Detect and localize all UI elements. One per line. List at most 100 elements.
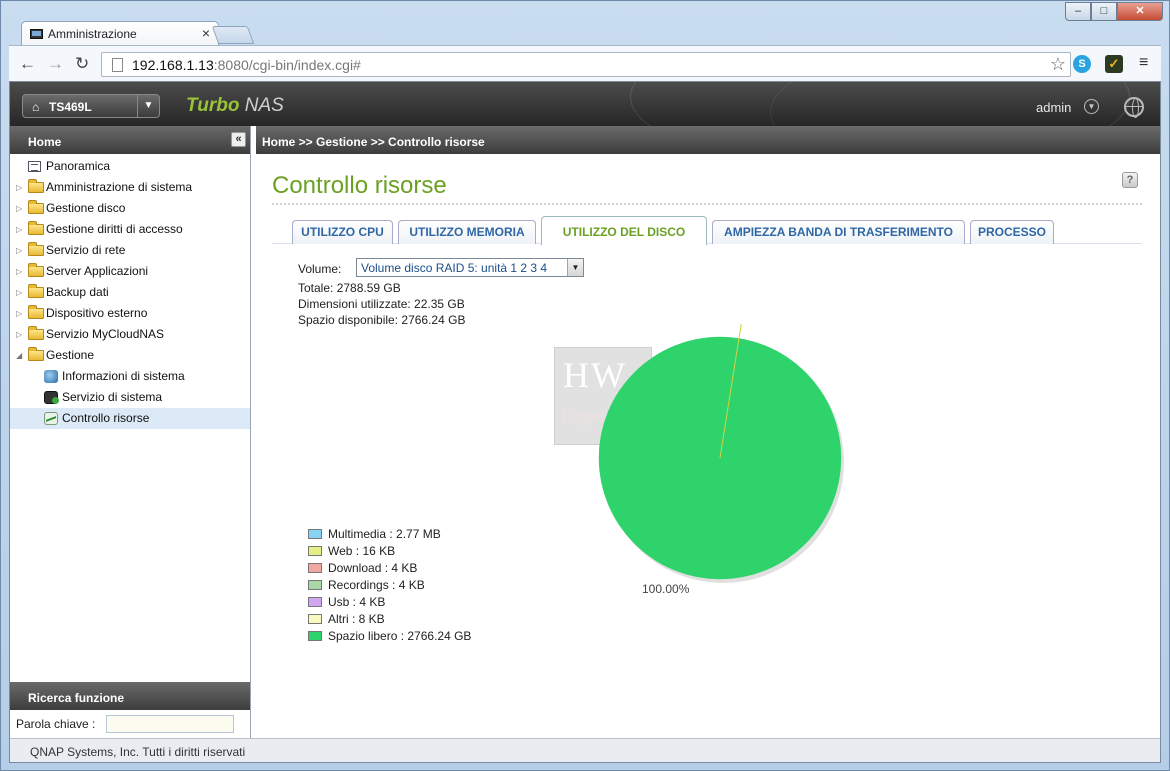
expand-arrow-icon[interactable]: ▷ bbox=[16, 261, 22, 282]
qnap-app: ⌂ TS469L ▼ Turbo NAS admin ▼ Home « Pano… bbox=[9, 81, 1161, 763]
tab-processo[interactable]: PROCESSO bbox=[970, 220, 1054, 244]
open-folder-icon bbox=[28, 347, 44, 361]
volume-select[interactable]: Volume disco RAID 5: unità 1 2 3 4 ▼ bbox=[356, 258, 584, 277]
address-bar[interactable]: 192.168.1.13:8080/cgi-bin/index.cgi# ☆ bbox=[101, 52, 1071, 77]
legend-label: Usb : 4 KB bbox=[328, 595, 386, 609]
user-name[interactable]: admin bbox=[1036, 100, 1071, 115]
nav-item-servizio-sistema[interactable]: Servizio di sistema bbox=[10, 387, 250, 408]
legend-item: Download : 4 KB bbox=[306, 560, 471, 577]
keyword-search-input[interactable] bbox=[106, 715, 234, 733]
close-window-button[interactable]: ✕ bbox=[1117, 2, 1163, 21]
help-icon[interactable]: ? bbox=[1122, 172, 1138, 188]
tab-memoria[interactable]: UTILIZZO MEMORIA bbox=[398, 220, 536, 244]
legend-swatch bbox=[308, 614, 322, 624]
expand-arrow-icon[interactable]: ▷ bbox=[16, 282, 22, 303]
chevron-down-icon[interactable]: ▼ bbox=[567, 259, 583, 276]
chart-legend: Multimedia : 2.77 MB Web : 16 KB Download … bbox=[306, 526, 471, 645]
keyword-label: Parola chiave : bbox=[16, 717, 96, 731]
window-controls: – □ ✕ bbox=[1065, 2, 1163, 21]
document-icon bbox=[28, 161, 41, 172]
legend-label: Recordings : 4 KB bbox=[328, 578, 425, 592]
legend-swatch bbox=[308, 563, 322, 573]
collapse-arrow-icon[interactable]: ◢ bbox=[16, 345, 22, 366]
navigation-tree: Panoramica ▷ Amministrazione di sistema ▷… bbox=[10, 154, 250, 429]
nav-item-dispositivo-esterno[interactable]: ▷ Dispositivo esterno bbox=[10, 303, 250, 324]
nav-item-panoramica[interactable]: Panoramica bbox=[10, 156, 250, 177]
legend-label: Spazio libero : 2766.24 GB bbox=[328, 629, 472, 643]
tab-cpu[interactable]: UTILIZZO CPU bbox=[292, 220, 393, 244]
folder-icon bbox=[28, 242, 44, 256]
tab-disco[interactable]: UTILIZZO DEL DISCO bbox=[541, 216, 707, 245]
language-globe-icon[interactable] bbox=[1124, 97, 1144, 118]
nav-item-informazioni-sistema[interactable]: Informazioni di sistema bbox=[10, 366, 250, 387]
legend-swatch bbox=[308, 580, 322, 590]
browser-menu-icon[interactable]: ≡ bbox=[1139, 54, 1148, 72]
home-icon: ⌂ bbox=[32, 100, 40, 114]
disk-usage-pie-chart bbox=[598, 324, 844, 583]
collapse-panel-icon[interactable]: « bbox=[231, 132, 246, 147]
brand-logo: Turbo NAS bbox=[186, 95, 284, 116]
nav-item-server-applicazioni[interactable]: ▷ Server Applicazioni bbox=[10, 261, 250, 282]
left-panel: Home « Panoramica ▷ Amministrazione di si… bbox=[10, 126, 251, 738]
expand-arrow-icon[interactable]: ▷ bbox=[16, 219, 22, 240]
folder-icon bbox=[28, 326, 44, 340]
server-name: TS469L bbox=[49, 100, 92, 114]
expand-arrow-icon[interactable]: ▷ bbox=[16, 303, 22, 324]
browser-tab-title: Amministrazione bbox=[48, 27, 137, 41]
legend-swatch bbox=[308, 529, 322, 539]
system-info-icon bbox=[44, 370, 58, 383]
nav-item-servizio-rete[interactable]: ▷ Servizio di rete bbox=[10, 240, 250, 261]
user-dropdown-icon[interactable]: ▼ bbox=[1084, 99, 1099, 114]
legend-item: Recordings : 4 KB bbox=[306, 577, 471, 594]
browser-tab[interactable]: Amministrazione × bbox=[21, 21, 219, 46]
skype-extension-icon[interactable]: S bbox=[1073, 55, 1091, 73]
back-button[interactable]: ← bbox=[19, 54, 36, 74]
server-selector[interactable]: ⌂ TS469L ▼ bbox=[22, 94, 160, 118]
maximize-button[interactable]: □ bbox=[1091, 2, 1117, 21]
nav-item-amministrazione-sistema[interactable]: ▷ Amministrazione di sistema bbox=[10, 177, 250, 198]
folder-icon bbox=[28, 221, 44, 235]
legend-item: Usb : 4 KB bbox=[306, 594, 471, 611]
browser-toolbar: ← → ↻ 192.168.1.13:8080/cgi-bin/index.cg… bbox=[9, 45, 1161, 81]
breadcrumb: Home >> Gestione >> Controllo risorse bbox=[256, 126, 1160, 154]
nav-item-backup-dati[interactable]: ▷ Backup dati bbox=[10, 282, 250, 303]
legend-label: Web : 16 KB bbox=[328, 544, 396, 558]
expand-arrow-icon[interactable]: ▷ bbox=[16, 324, 22, 345]
expand-arrow-icon[interactable]: ▷ bbox=[16, 198, 22, 219]
footer-copyright: QNAP Systems, Inc. Tutti i diritti riser… bbox=[10, 738, 1160, 762]
minimize-button[interactable]: – bbox=[1065, 2, 1091, 21]
bookmark-star-icon[interactable]: ☆ bbox=[1050, 54, 1066, 75]
expand-arrow-icon[interactable]: ▷ bbox=[16, 240, 22, 261]
title-divider bbox=[272, 203, 1142, 205]
dropdown-arrow-icon[interactable]: ▼ bbox=[137, 95, 159, 117]
folder-icon bbox=[28, 179, 44, 193]
nav-item-controllo-risorse[interactable]: Controllo risorse bbox=[10, 408, 250, 429]
legend-swatch bbox=[308, 546, 322, 556]
volume-label: Volume: bbox=[298, 262, 342, 276]
search-row: Parola chiave : bbox=[10, 710, 250, 738]
left-panel-title: Home bbox=[28, 135, 62, 149]
folder-icon bbox=[28, 284, 44, 298]
url-host: 192.168.1.13 bbox=[132, 57, 214, 73]
expand-arrow-icon[interactable]: ▷ bbox=[16, 177, 22, 198]
check-extension-icon[interactable]: ✓ bbox=[1105, 55, 1123, 73]
nav-item-gestione[interactable]: ◢ Gestione bbox=[10, 345, 250, 366]
used-size: Dimensioni utilizzate: 22.35 GB bbox=[298, 297, 465, 311]
monitor-icon bbox=[30, 29, 43, 39]
folder-icon bbox=[28, 200, 44, 214]
reload-button[interactable]: ↻ bbox=[75, 54, 89, 74]
system-service-icon bbox=[44, 391, 59, 404]
legend-label: Multimedia : 2.77 MB bbox=[328, 527, 441, 541]
legend-item: Web : 16 KB bbox=[306, 543, 471, 560]
volume-select-value: Volume disco RAID 5: unità 1 2 3 4 bbox=[361, 261, 548, 275]
new-tab-button[interactable] bbox=[211, 26, 255, 44]
forward-button[interactable]: → bbox=[47, 54, 64, 74]
tab-banda[interactable]: AMPIEZZA BANDA DI TRASFERIMENTO bbox=[712, 220, 965, 244]
close-tab-icon[interactable]: × bbox=[202, 25, 210, 41]
nav-item-diritti-accesso[interactable]: ▷ Gestione diritti di accesso bbox=[10, 219, 250, 240]
nav-item-mycloudnas[interactable]: ▷ Servizio MyCloudNAS bbox=[10, 324, 250, 345]
nav-item-gestione-disco[interactable]: ▷ Gestione disco bbox=[10, 198, 250, 219]
total-size: Totale: 2788.59 GB bbox=[298, 281, 401, 295]
url-path: :8080/cgi-bin/index.cgi# bbox=[213, 57, 361, 73]
legend-label: Download : 4 KB bbox=[328, 561, 418, 575]
